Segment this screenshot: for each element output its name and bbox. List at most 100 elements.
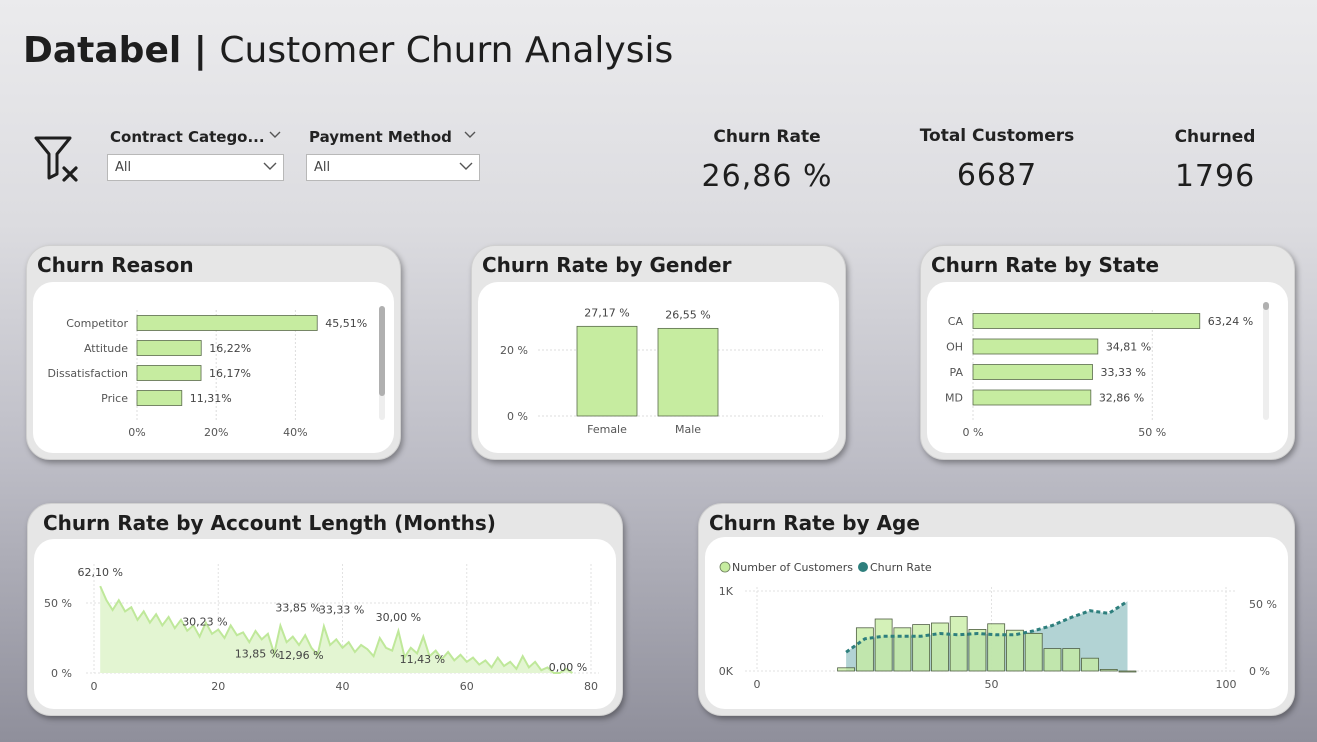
kpi-churned: Churned 1796 [1115,127,1315,194]
bar [136,365,202,381]
churn-reason-card: Churn Reason 0% 20% 40% Competitor 45,51% Att… [26,245,401,460]
bar [987,623,1006,672]
kpi-value: 1796 [1174,159,1256,194]
churn-age-chart: Number of Customers Churn Rate 0 50 100 0K 1K 0… [719,561,1277,691]
legend-marker [719,561,731,573]
scrollbar-thumb [1263,302,1269,310]
churn-state-chart: 0 % 50 % CA 63,24 % OH 34,81 % PA 33,33 % MD 32,8… [945,302,1269,439]
data-label: 26,55 % [665,308,710,321]
data-label: 33,33 % [1101,366,1146,379]
payment-method-slicer[interactable]: Payment Method All [306,128,480,181]
chevron-down-icon[interactable] [464,129,476,139]
x-tick-label: Female [587,423,627,436]
bar [1062,648,1081,672]
data-label: 32,86 % [1099,392,1144,405]
dashboard-title: Customer Churn Analysis [219,30,674,71]
churn-state-card: Churn Rate by State 0 % 50 % CA 63,24 % OH 34… [920,245,1295,460]
bar [1043,648,1062,672]
brand-title: Databel | [23,30,220,71]
category-label: Dissatisfaction [47,367,128,380]
bar [1099,668,1118,672]
churn-gender-chart: 0 % 20 % 27,17 % Female 26,55 % Male [500,306,823,436]
card-title: Churn Reason [37,253,194,277]
y-tick-label: 1K [719,585,734,598]
bar [912,624,931,672]
data-label: 30,00 % [376,611,421,624]
bar [576,325,638,417]
churn-age-card: Churn Rate by Age Number of Customers Chu… [698,503,1295,716]
scrollbar-thumb [379,306,385,396]
bar [949,616,968,672]
bar [1081,657,1099,672]
legend-label: Churn Rate [870,561,932,574]
bar [893,627,912,672]
x-tick-label: 40 [336,680,350,693]
x-tick-label: 0% [128,426,145,439]
category-label: Competitor [66,317,128,330]
bar [972,313,1201,329]
card-title: Churn Rate by Account Length (Months) [43,511,496,535]
data-label: 16,17% [209,367,251,380]
contract-category-label: Contract Catego... [110,128,265,146]
contract-category-value: All [115,160,132,175]
area-fill [100,586,573,673]
data-label: 11,43 % [400,653,445,666]
bar [972,338,1099,355]
y2-tick-label: 0 % [1249,665,1270,678]
category-label: Price [101,392,128,405]
payment-method-dropdown[interactable]: All [306,154,480,181]
bar [968,629,987,672]
kpi-label: Churn Rate [713,127,821,147]
y-tick-label: 50 % [44,597,72,610]
category-label: Attitude [84,342,128,355]
x-tick-label: 40% [283,426,307,439]
data-label: 16,22% [209,342,251,355]
x-tick-label: 50 % [1138,426,1166,439]
x-tick-label: 100 [1216,678,1237,691]
data-label: 12,96 % [278,649,323,662]
kpi-churn-rate: Churn Rate 26,86 % [667,127,867,194]
data-label: 63,24 % [1208,315,1253,328]
x-tick-label: 50 [985,678,999,691]
bar [136,315,318,331]
clear-filters-icon[interactable] [33,134,79,182]
chart-area: 0 % 20 % 27,17 % Female 26,55 % Male [478,282,839,453]
x-tick-label: 80 [584,680,598,693]
bar [136,340,202,356]
page-title: Databel | Customer Churn Analysis [23,30,673,71]
y-tick-label: 0K [719,665,734,678]
scrollbar-track [1263,302,1269,420]
kpi-total-customers: Total Customers 6687 [897,126,1097,193]
bar [837,667,856,672]
contract-category-dropdown[interactable]: All [107,154,284,181]
data-label: 45,51% [325,317,367,330]
churn-gender-card: Churn Rate by Gender 0 % 20 % 27,17 % Femal… [471,245,846,460]
chart-area: 0% 20% 40% Competitor 45,51% Attitude 16,22% Di… [33,282,394,453]
payment-method-value: All [314,160,331,175]
chevron-down-icon[interactable] [263,161,277,171]
bar [1006,629,1024,672]
y-tick-label: 0 % [51,667,72,680]
data-label: 30,23 % [182,616,227,629]
legend-marker [858,562,868,572]
category-label: PA [950,366,964,379]
category-label: OH [946,341,963,354]
data-label: 33,33 % [319,603,364,616]
bar [657,327,719,417]
bar [136,390,183,406]
chevron-down-icon[interactable] [459,161,473,171]
churn-reason-chart: 0% 20% 40% Competitor 45,51% Attitude 16,22% Di… [47,306,385,439]
category-label: CA [948,315,964,328]
chevron-down-icon[interactable] [269,129,281,139]
data-label: 62,10 % [77,566,122,579]
x-tick-label: 0 % [963,426,984,439]
x-tick-label: 20 [211,680,225,693]
data-label: 0,00 % [549,661,587,674]
card-title: Churn Rate by Gender [482,253,732,277]
card-title: Churn Rate by State [931,253,1160,277]
contract-category-slicer[interactable]: Contract Catego... All [107,128,284,181]
bar [931,622,949,672]
x-tick-label: Male [675,423,701,436]
payment-method-label: Payment Method [309,128,452,146]
kpi-label: Churned [1174,127,1256,147]
